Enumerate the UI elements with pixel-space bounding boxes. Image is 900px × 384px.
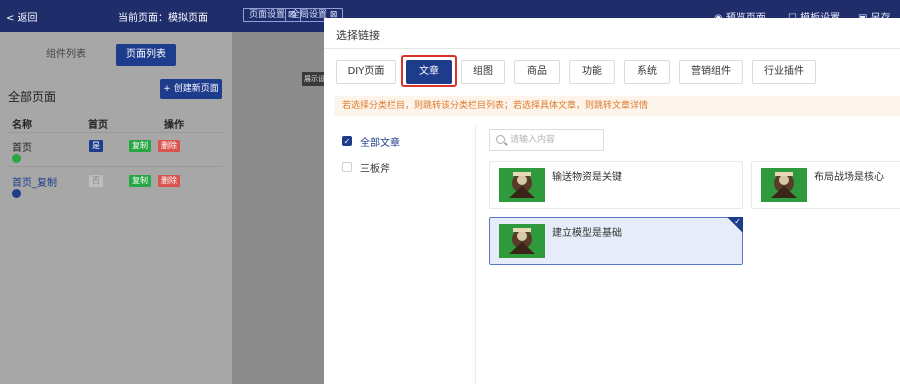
back-button[interactable]: < 返回 (6, 9, 38, 24)
category-panel: ✓ 全部文章 三板斧 (324, 126, 476, 384)
tab-component-list[interactable]: 组件列表 (36, 44, 96, 66)
article-card[interactable]: 布局战场是核心 (751, 161, 900, 209)
col-header-home: 首页 (88, 120, 108, 131)
tab-goods[interactable]: 商品 (514, 60, 560, 84)
article-thumbnail (499, 168, 545, 202)
home-badge[interactable]: 否 (89, 175, 103, 187)
article-thumbnail (499, 224, 545, 258)
link-icon (12, 154, 21, 163)
search-input[interactable] (510, 133, 600, 147)
tab-industry-plugin[interactable]: 行业插件 (752, 60, 816, 84)
page-row-name[interactable]: 首页_复制 (12, 174, 57, 189)
category-all-articles[interactable]: 全部文章 (360, 134, 400, 149)
category-checkbox[interactable]: ✓ (342, 136, 352, 146)
tab-function[interactable]: 功能 (569, 60, 615, 84)
divider (8, 132, 222, 133)
article-title: 输送物资是关键 (552, 172, 622, 183)
home-badge: 是 (89, 140, 103, 152)
select-link-modal: 选择链接 DIY页面 文章 组图 商品 功能 系统 营销组件 行业插件 若选择分… (324, 18, 900, 384)
sync-icon (12, 189, 21, 198)
copy-button[interactable]: 复制 (129, 140, 151, 152)
tab-gallery[interactable]: 组图 (461, 60, 505, 84)
current-page-label: 当前页面：模拟页面 (118, 13, 208, 24)
article-card[interactable]: 输送物资是关键 (489, 161, 743, 209)
page-row-name[interactable]: 首页 (12, 139, 32, 154)
create-page-button[interactable]: + 创建新页面 (160, 79, 222, 99)
col-header-name: 名称 (12, 120, 32, 131)
divider (324, 48, 900, 49)
article-title: 建立模型是基础 (552, 228, 622, 239)
delete-button[interactable]: 删除 (158, 175, 180, 187)
delete-button[interactable]: 删除 (158, 140, 180, 152)
display-settings-tag: 展示设置 (302, 72, 324, 86)
all-pages-title: 全部页面 (8, 90, 57, 104)
check-icon: ✓ (734, 217, 741, 226)
copy-button[interactable]: 复制 (129, 175, 151, 187)
article-card[interactable]: 建立模型是基础 ✓ (489, 217, 743, 265)
article-title: 布局战场是核心 (814, 172, 884, 183)
article-thumbnail (761, 168, 807, 202)
active-tab-highlight (401, 55, 457, 87)
category-checkbox[interactable] (342, 162, 352, 172)
search-icon (496, 135, 505, 144)
modal-title: 选择链接 (336, 29, 380, 42)
search-box[interactable] (489, 129, 604, 151)
hint-text: 若选择分类栏目，则跳转该分类栏目列表；若选择具体文章，则跳转文章详情 (334, 96, 900, 116)
category-sanbanfu[interactable]: 三板斧 (360, 160, 390, 175)
left-panel: 组件列表 页面列表 全部页面 + 创建新页面 名称 首页 操作 首页 是 复制 … (0, 32, 232, 384)
divider (8, 166, 222, 167)
col-header-actions: 操作 (164, 120, 184, 131)
tab-diy-page[interactable]: DIY页面 (336, 60, 396, 84)
tab-page-list[interactable]: 页面列表 (116, 44, 176, 66)
tab-system[interactable]: 系统 (624, 60, 670, 84)
tab-marketing[interactable]: 营销组件 (679, 60, 743, 84)
